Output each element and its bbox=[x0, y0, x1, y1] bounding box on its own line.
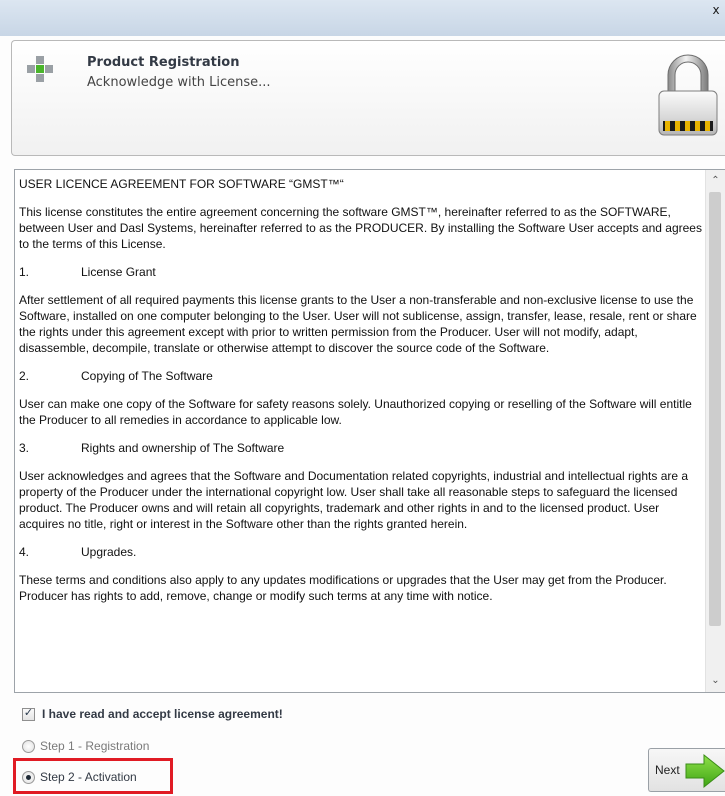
scroll-thumb[interactable] bbox=[709, 192, 721, 626]
section-body: These terms and conditions also apply to… bbox=[19, 573, 667, 603]
registration-window: x Product Registration Acknowledge with … bbox=[0, 0, 725, 796]
accept-license-checkbox[interactable]: ✓ bbox=[22, 705, 35, 721]
next-button[interactable]: Next bbox=[648, 748, 725, 792]
step-1-label[interactable]: Step 1 - Registration bbox=[40, 739, 149, 753]
green-cross-icon bbox=[27, 56, 53, 82]
green-arrow-right-icon bbox=[685, 753, 725, 789]
section-number: 2. bbox=[19, 369, 30, 383]
section-body: User acknowledges and agrees that the So… bbox=[19, 469, 689, 531]
license-intro: This license constitutes the entire agre… bbox=[19, 205, 702, 251]
next-button-label: Next bbox=[655, 763, 680, 777]
section-heading: 1. License Grant bbox=[19, 264, 705, 280]
section-title: Copying of The Software bbox=[81, 369, 213, 383]
section-body: After settlement of all required payment… bbox=[19, 293, 697, 355]
step-1-radio[interactable] bbox=[22, 739, 35, 753]
section-title: Rights and ownership of The Software bbox=[81, 441, 285, 455]
step-2-label[interactable]: Step 2 - Activation bbox=[40, 770, 137, 784]
license-heading: USER LICENCE AGREEMENT FOR SOFTWARE “GMS… bbox=[19, 177, 344, 191]
header-subtitle: Acknowledge with License... bbox=[87, 75, 271, 90]
section-number: 4. bbox=[19, 545, 30, 559]
padlock-icon bbox=[658, 54, 718, 136]
license-text: USER LICENCE AGREEMENT FOR SOFTWARE “GMS… bbox=[19, 176, 705, 616]
close-icon[interactable]: x bbox=[709, 2, 723, 18]
accept-license-row[interactable]: ✓ I have read and accept license agreeme… bbox=[22, 705, 283, 723]
section-number: 3. bbox=[19, 441, 30, 455]
step-1-option[interactable]: Step 1 - Registration bbox=[22, 737, 149, 755]
checkmark-icon: ✓ bbox=[23, 705, 34, 719]
step-2-option[interactable]: Step 2 - Activation bbox=[22, 768, 137, 786]
scroll-down-icon[interactable]: ⌄ bbox=[706, 672, 725, 690]
step-2-radio[interactable] bbox=[22, 770, 35, 784]
header-panel: Product Registration Acknowledge with Li… bbox=[11, 40, 725, 156]
section-heading: 3. Rights and ownership of The Software bbox=[19, 440, 705, 456]
header-title: Product Registration bbox=[87, 55, 240, 70]
section-heading: 4. Upgrades. bbox=[19, 544, 705, 560]
scroll-up-icon[interactable]: ⌃ bbox=[706, 172, 725, 190]
title-bar: x bbox=[0, 0, 725, 36]
section-title: License Grant bbox=[81, 265, 156, 279]
section-title: Upgrades. bbox=[81, 545, 137, 559]
license-textbox[interactable]: USER LICENCE AGREEMENT FOR SOFTWARE “GMS… bbox=[14, 169, 725, 693]
section-heading: 2. Copying of The Software bbox=[19, 368, 705, 384]
section-body: User can make one copy of the Software f… bbox=[19, 397, 692, 427]
vertical-scrollbar[interactable]: ⌃ ⌄ bbox=[705, 170, 725, 692]
accept-license-label[interactable]: I have read and accept license agreement… bbox=[42, 707, 283, 721]
section-number: 1. bbox=[19, 265, 30, 279]
